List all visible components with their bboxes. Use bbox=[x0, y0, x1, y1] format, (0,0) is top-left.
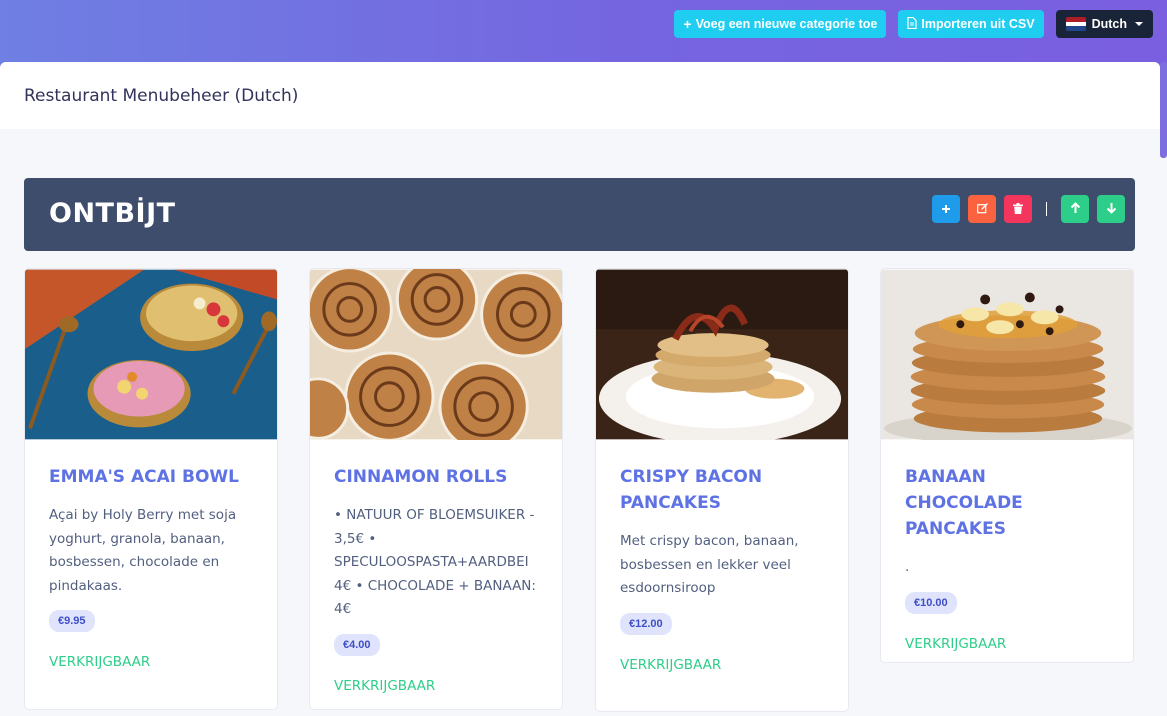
edit-icon bbox=[976, 202, 988, 217]
item-title: CINNAMON ROLLS bbox=[334, 467, 508, 487]
menu-item-card[interactable]: EMMA'S ACAI BOWL Açai by Holy Berry met … bbox=[24, 268, 278, 710]
item-description: Met crispy bacon, banaan, bosbessen en l… bbox=[620, 533, 799, 596]
price-badge: €12.00 bbox=[620, 612, 672, 635]
arrow-up-icon bbox=[1070, 201, 1081, 217]
language-label: Dutch bbox=[1091, 17, 1127, 31]
price-badge: €9.95 bbox=[49, 610, 95, 632]
acai-bowl-photo bbox=[25, 269, 277, 440]
price-badge: €4.00 bbox=[334, 633, 380, 656]
menu-item-card[interactable]: BANAAN CHOCOLADE PANCAKES . €10.00 VERKR… bbox=[880, 268, 1134, 663]
availability-status: VERKRIJGBAAR bbox=[334, 677, 436, 694]
trash-icon bbox=[1013, 202, 1023, 217]
banana-chocolate-pancakes-photo bbox=[881, 269, 1133, 440]
add-category-button[interactable]: + Voeg een nieuwe categorie toe bbox=[674, 10, 887, 38]
language-dropdown[interactable]: Dutch bbox=[1055, 10, 1153, 38]
scrollbar[interactable] bbox=[1160, 62, 1167, 158]
item-title: BANAAN CHOCOLADE PANCAKES bbox=[905, 467, 1023, 539]
category-title: ONTBİJT bbox=[49, 198, 176, 229]
netherlands-flag-icon bbox=[1065, 17, 1086, 31]
plus-icon bbox=[941, 202, 951, 217]
availability-status: VERKRIJGBAAR bbox=[620, 656, 722, 673]
import-csv-label: Importeren uit CSV bbox=[921, 17, 1035, 31]
topbar-actions: + Voeg een nieuwe categorie toe Importer… bbox=[674, 10, 1153, 38]
item-title: CRISPY BACON PANCAKES bbox=[620, 467, 763, 513]
item-title: EMMA'S ACAI BOWL bbox=[49, 467, 239, 487]
menu-item-card[interactable]: CRISPY BACON PANCAKES Met crispy bacon, … bbox=[595, 268, 849, 712]
item-description: . bbox=[905, 559, 910, 575]
plus-icon: + bbox=[683, 16, 692, 32]
delete-category-button[interactable] bbox=[1004, 195, 1032, 223]
add-category-label: Voeg een nieuwe categorie toe bbox=[695, 17, 878, 31]
card-header: Restaurant Menubeheer (Dutch) bbox=[0, 62, 1160, 129]
item-description: • NATUUR OF BLOEMSUIKER - 3,5€ • SPECULO… bbox=[334, 507, 536, 617]
menu-item-card[interactable]: CINNAMON ROLLS • NATUUR OF BLOEMSUIKER -… bbox=[309, 268, 563, 710]
availability-status: VERKRIJGBAAR bbox=[905, 635, 1007, 652]
move-down-button[interactable] bbox=[1097, 195, 1125, 223]
add-item-button[interactable] bbox=[932, 195, 960, 223]
move-up-button[interactable] bbox=[1061, 195, 1089, 223]
category-header: ONTBİJT bbox=[24, 178, 1135, 251]
page-title: Restaurant Menubeheer (Dutch) bbox=[24, 85, 299, 106]
arrow-down-icon bbox=[1106, 202, 1117, 217]
divider bbox=[1046, 202, 1047, 216]
price-badge: €10.00 bbox=[905, 591, 957, 614]
item-description: Açai by Holy Berry met soja yoghurt, gra… bbox=[49, 507, 237, 594]
category-actions bbox=[932, 195, 1125, 223]
availability-status: VERKRIJGBAAR bbox=[49, 654, 151, 670]
file-csv-icon bbox=[907, 16, 917, 32]
import-csv-button[interactable]: Importeren uit CSV bbox=[898, 10, 1044, 38]
cinnamon-rolls-photo bbox=[310, 269, 562, 440]
chevron-down-icon bbox=[1135, 22, 1143, 26]
edit-category-button[interactable] bbox=[968, 195, 996, 223]
bacon-pancakes-photo bbox=[596, 269, 848, 440]
